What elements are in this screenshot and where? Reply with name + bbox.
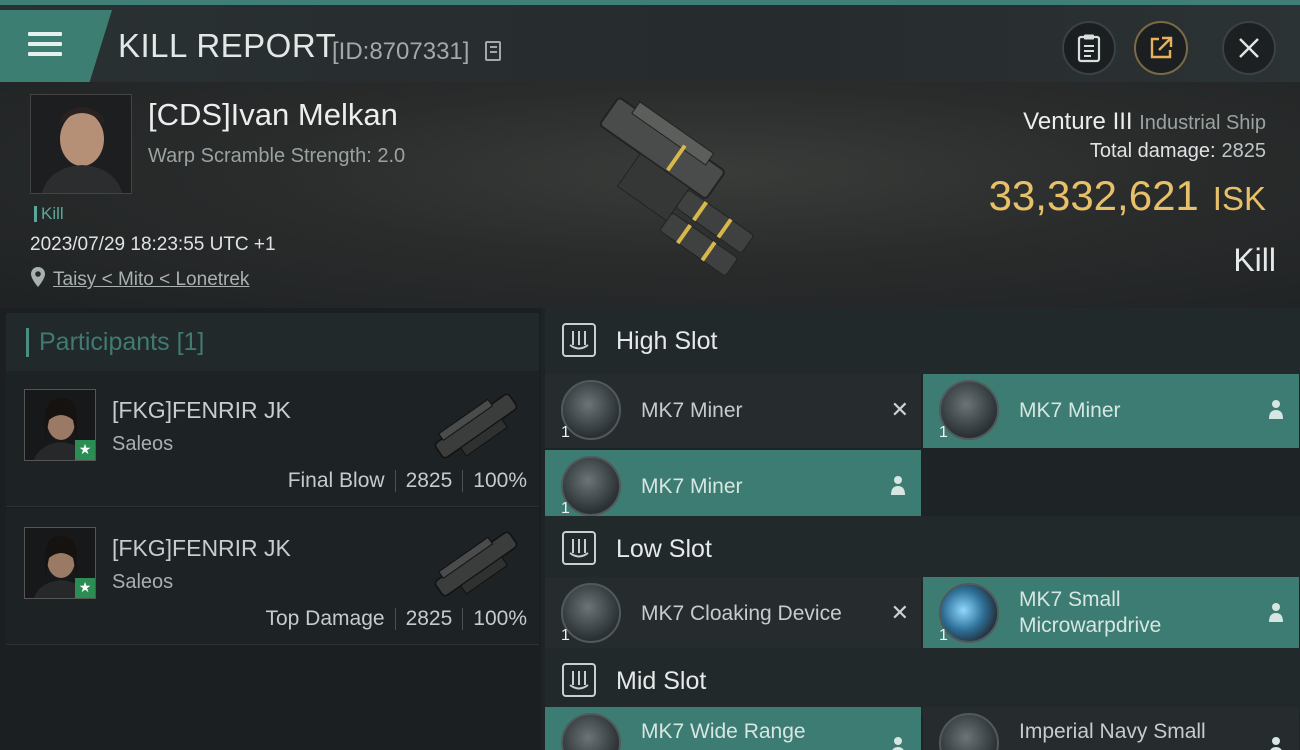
copy-icon[interactable]: [485, 41, 501, 61]
ship-type: Venture III: [1023, 108, 1133, 135]
total-damage-value: 2825: [1221, 140, 1267, 162]
star-icon: ★: [75, 578, 95, 598]
kill-timestamp: 2023/07/29 18:23:55 UTC +1: [30, 234, 276, 255]
participant-stats: Top Damage 2825 100%: [265, 607, 527, 631]
kill-result: Kill: [1233, 242, 1276, 278]
victim-avatar[interactable]: [30, 94, 132, 194]
participant-name: [FKG]FENRIR JK: [112, 535, 291, 561]
mid-slot-icon: [562, 663, 596, 697]
close-button[interactable]: [1222, 21, 1276, 75]
high-slot-icon: [562, 323, 596, 357]
microwarpdrive-icon: [939, 583, 999, 643]
module-name: Imperial Navy Small: [1019, 720, 1206, 743]
high-slot-header: High Slot: [545, 308, 1300, 374]
participant-damage: 2825: [405, 607, 453, 630]
module-name-line1: MK7 Small: [1019, 588, 1121, 611]
menu-button[interactable]: [0, 10, 112, 82]
miner-icon: [939, 380, 999, 440]
participants-title: Participants [1]: [26, 328, 204, 357]
participant-stats: Final Blow 2825 100%: [288, 469, 527, 493]
module-mk7-cloaking-device[interactable]: 1 MK7 Cloaking Device ✕: [545, 577, 921, 651]
module-name: MK7 Miner: [1019, 399, 1121, 422]
module-qty: 1: [561, 424, 570, 441]
clipboard-icon: [1077, 34, 1101, 63]
module-imperial-navy-small[interactable]: Imperial Navy Small: [923, 707, 1299, 750]
module-qty: 1: [561, 627, 570, 644]
share-button[interactable]: [1134, 21, 1188, 75]
page-title: KILL REPORT: [118, 27, 337, 64]
participant-avatar[interactable]: ★: [24, 389, 96, 461]
low-slot-title: Low Slot: [616, 535, 712, 563]
victim-name: [CDS]Ivan Melkan: [148, 97, 398, 132]
victim-panel: [CDS]Ivan Melkan Warp Scramble Strength:…: [0, 82, 1300, 308]
mid-slot-header: Mid Slot: [545, 648, 1300, 714]
participant-ship: Saleos: [112, 571, 174, 593]
share-icon: [1150, 36, 1173, 59]
participant-ship-image: [434, 531, 518, 597]
module-mk7-miner[interactable]: 1 MK7 Miner: [923, 374, 1299, 448]
destroyed-icon: ✕: [890, 398, 909, 423]
total-damage: Total damage: 2825: [1090, 140, 1266, 163]
module-name: MK7 Miner: [641, 475, 743, 498]
dropped-person-icon: [891, 476, 905, 495]
star-icon: ★: [75, 440, 95, 460]
isk-value: 33,332,621 ISK: [989, 172, 1266, 220]
location-pin-icon: [31, 267, 45, 287]
module-name-line2: Microwarpdrive: [1019, 614, 1162, 637]
ship-name: Venture III Industrial Ship: [1023, 108, 1266, 136]
participant-role: Final Blow: [287, 469, 385, 492]
kill-tag: Kill: [34, 205, 64, 222]
low-slot-icon: [562, 531, 596, 565]
participant-role: Top Damage: [265, 607, 385, 630]
mid-slot-title: Mid Slot: [616, 667, 707, 695]
module-qty: 1: [939, 424, 948, 441]
imperial-navy-module-icon: [939, 713, 999, 750]
participants-count: [1]: [176, 328, 205, 356]
cloaking-device-icon: [561, 583, 621, 643]
destroyed-icon: ✕: [890, 601, 909, 626]
header-bar: KILL REPORT [ID:8707331]: [0, 5, 1300, 82]
high-slot-title: High Slot: [616, 327, 718, 355]
report-id: [ID:8707331]: [332, 38, 470, 65]
low-slot-header: Low Slot: [545, 516, 1300, 582]
ship-class: Industrial Ship: [1139, 112, 1266, 134]
module-name: MK7 Wide Range: [641, 720, 806, 743]
clipboard-button[interactable]: [1062, 21, 1116, 75]
module-mk7-wide-range[interactable]: MK7 Wide Range: [545, 707, 921, 750]
module-name: MK7 Small Microwarpdrive: [1019, 587, 1161, 639]
participant-percent: 100%: [473, 469, 527, 492]
isk-unit: ISK: [1212, 180, 1266, 217]
victim-ship-image: [599, 97, 754, 276]
module-name: MK7 Cloaking Device: [641, 602, 842, 625]
participants-panel: Participants [1] ★ [FKG]FENRIR JK Saleos…: [0, 308, 541, 750]
total-damage-label: Total damage:: [1089, 140, 1216, 162]
module-mk7-miner[interactable]: 1 MK7 Miner ✕: [545, 374, 921, 448]
dropped-person-icon: [1269, 400, 1283, 419]
participants-label: Participants: [39, 328, 170, 356]
isk-amount: 33,332,621: [988, 172, 1199, 219]
participant-damage: 2825: [405, 469, 453, 492]
dropped-person-icon: [1269, 603, 1283, 622]
miner-icon: [561, 456, 621, 516]
dropped-person-icon: [1270, 737, 1282, 750]
miner-icon: [561, 380, 621, 440]
close-icon: [1239, 38, 1259, 58]
dropped-person-icon: [892, 737, 904, 750]
participant-row[interactable]: ★ [FKG]FENRIR JK Saleos Final Blow 2825 10…: [6, 371, 539, 507]
participant-ship-image: [434, 393, 518, 459]
participant-name: [FKG]FENRIR JK: [112, 397, 291, 423]
participant-avatar[interactable]: ★: [24, 527, 96, 599]
module-name: MK7 Miner: [641, 399, 743, 422]
participant-percent: 100%: [473, 607, 527, 630]
participant-row[interactable]: ★ [FKG]FENRIR JK Saleos Top Damage 2825 10…: [6, 509, 539, 645]
module-qty: 1: [939, 627, 948, 644]
participants-header: Participants [1]: [6, 313, 539, 371]
location-link[interactable]: Taisy < Mito < Lonetrek: [53, 269, 249, 291]
module-mk7-miner[interactable]: 1 MK7 Miner: [545, 450, 921, 524]
fittings-panel: High Slot 1 MK7 Miner ✕ 1 MK7 Miner 1 MK…: [541, 308, 1300, 750]
warp-scramble-strength: Warp Scramble Strength: 2.0: [148, 145, 406, 167]
participant-ship: Saleos: [112, 433, 174, 455]
module-mk7-small-microwarpdrive[interactable]: 1 MK7 Small Microwarpdrive: [923, 577, 1299, 651]
wide-range-icon: [561, 713, 621, 750]
